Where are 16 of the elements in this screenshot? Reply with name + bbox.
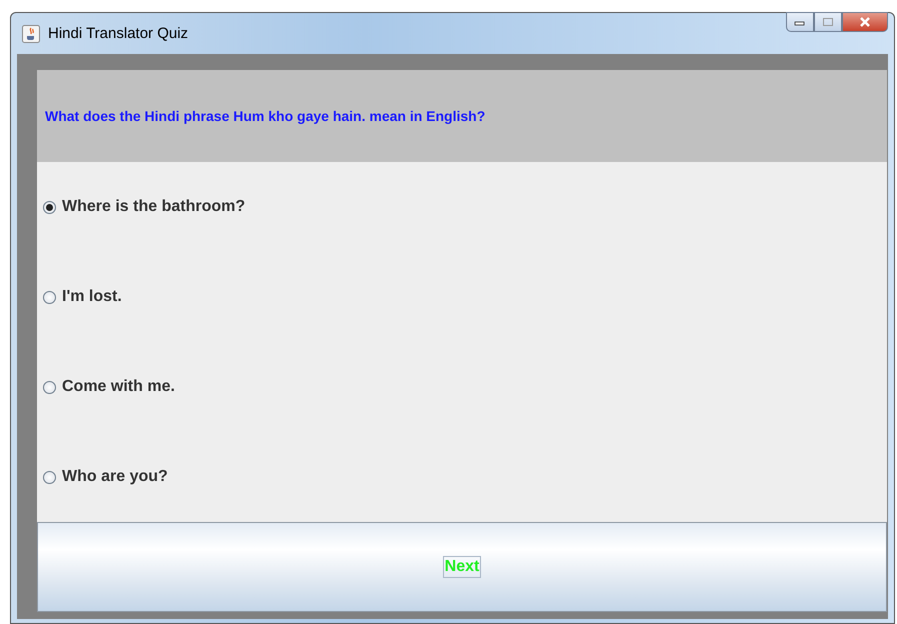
maximize-button[interactable] bbox=[814, 12, 842, 32]
minimize-button[interactable] bbox=[786, 12, 814, 32]
option-label[interactable]: Come with me. bbox=[62, 378, 175, 396]
window-title: Hindi Translator Quiz bbox=[48, 25, 188, 42]
close-button[interactable] bbox=[842, 12, 888, 32]
question-text: What does the Hindi phrase Hum kho gaye hain. mean in English? bbox=[45, 108, 486, 124]
radio-button[interactable] bbox=[43, 290, 56, 304]
option-label[interactable]: Who are you? bbox=[62, 468, 168, 486]
radio-button[interactable] bbox=[43, 200, 56, 214]
cup-icon bbox=[22, 24, 40, 42]
radio-button[interactable] bbox=[43, 380, 56, 394]
maximize-icon bbox=[822, 17, 834, 27]
option-label[interactable]: Where is the bathroom? bbox=[62, 198, 246, 216]
close-icon bbox=[858, 16, 872, 28]
option-label[interactable]: I'm lost. bbox=[62, 288, 122, 306]
radio-button[interactable] bbox=[43, 470, 56, 484]
